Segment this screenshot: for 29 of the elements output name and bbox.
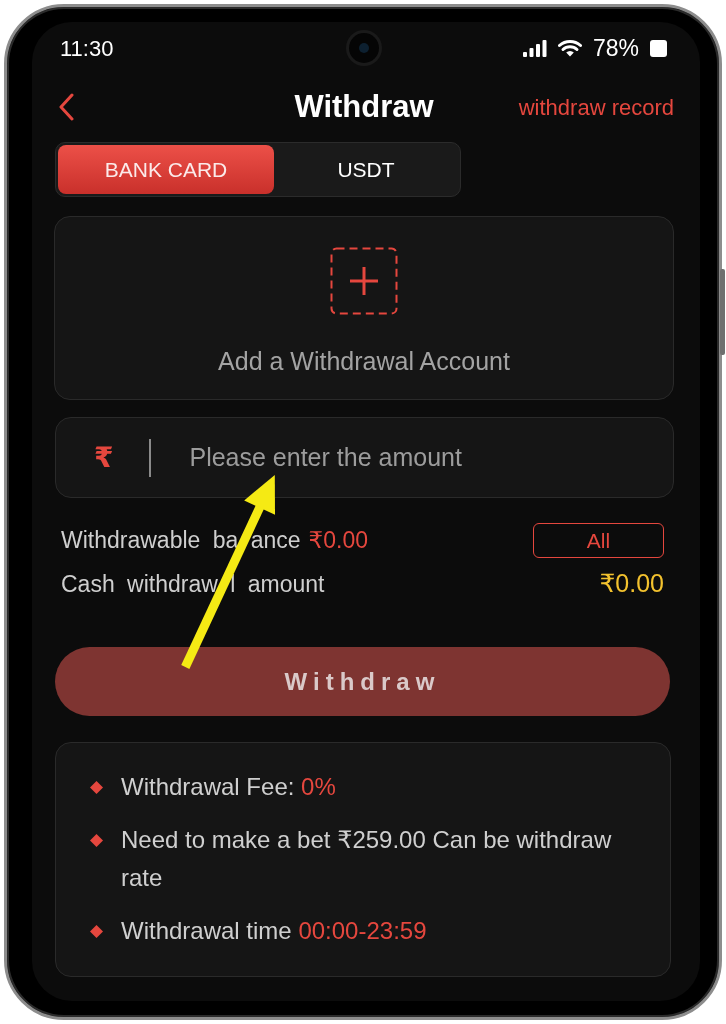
back-button[interactable] (58, 93, 74, 122)
cash-amount-value: ₹0.00 (599, 568, 664, 600)
tab[interactable]: BANK CARD (58, 145, 274, 194)
amount-field[interactable]: ₹ Please enter the amount (55, 417, 674, 498)
signal-icon (522, 39, 547, 57)
rule-text: Withdrawal time 00:00-23:59 (121, 916, 427, 946)
amount-input[interactable]: Please enter the amount (189, 418, 673, 497)
balance-label: Withdrawable ba ance (61, 526, 301, 556)
status-time: 11:30 (60, 34, 114, 63)
balance-value: ₹0.00 (308, 526, 368, 556)
rule-text: Need to make a bet ₹259.00 Can be withdraw rate (121, 825, 613, 893)
wifi-icon (557, 39, 582, 57)
page-title: Withdraw (294, 88, 434, 126)
camera-icon (348, 33, 379, 63)
diamond-bullet-icon (90, 834, 103, 847)
battery-icon (650, 39, 667, 57)
add-account-card[interactable]: Add a Withdrawal Account (54, 216, 674, 400)
rule-text: Withdrawal Fee: 0% (121, 772, 336, 802)
all-button[interactable]: All (533, 523, 664, 558)
tab[interactable]: USDT (274, 145, 458, 194)
cash-amount-label: Cash withdraw l amount (61, 569, 325, 599)
add-icon (330, 247, 398, 315)
withdraw-record-link[interactable]: withdraw record (518, 90, 674, 124)
diamond-bullet-icon (90, 781, 103, 794)
battery-percent: 78% (592, 33, 639, 63)
add-account-label: Add a Withdrawal Account (218, 346, 510, 376)
diamond-bullet-icon (90, 925, 103, 938)
currency-symbol: ₹ (94, 443, 114, 472)
chevron-left-icon (58, 93, 74, 122)
